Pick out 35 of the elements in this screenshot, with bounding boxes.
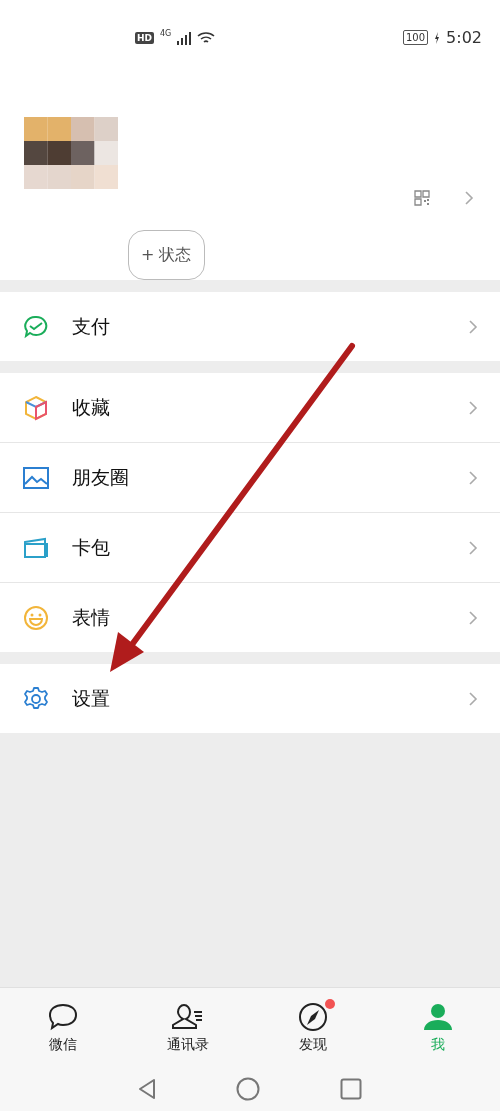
home-icon[interactable] — [236, 1076, 260, 1101]
signal-icon — [177, 30, 192, 45]
check-bubble-icon — [23, 313, 49, 340]
chevron-right-icon — [468, 399, 478, 416]
smiley-icon — [23, 604, 49, 631]
menu-item[interactable]: 收藏 — [72, 394, 446, 421]
tab[interactable]: 发现 — [250, 988, 375, 1066]
menu-item[interactable]: 朋友圈 — [72, 464, 446, 491]
charging-icon — [434, 31, 441, 44]
compass-icon — [296, 1000, 329, 1033]
chevron-right-icon — [468, 539, 478, 556]
menu-item[interactable]: 表情 — [72, 604, 446, 631]
hd-indicator: HD — [135, 31, 154, 44]
cube-icon — [23, 394, 49, 421]
battery-level: 100 — [402, 30, 429, 45]
tab[interactable]: 通讯录 — [125, 988, 250, 1066]
qr-code-icon — [414, 190, 430, 206]
chat-bubble-icon — [46, 1001, 79, 1032]
network-type: 4G — [160, 29, 172, 38]
back-icon[interactable] — [138, 1077, 156, 1100]
chevron-right-icon — [464, 190, 474, 206]
image-icon — [22, 465, 50, 490]
clock-time: 5:02 — [446, 28, 482, 47]
recents-icon[interactable] — [340, 1077, 362, 1100]
chevron-right-icon — [468, 469, 478, 486]
settings-icon — [23, 685, 49, 712]
person-icon — [421, 1001, 454, 1032]
card-icon — [22, 535, 50, 560]
chevron-right-icon — [468, 690, 478, 707]
tab[interactable]: 微信 — [0, 988, 125, 1066]
add-status-button[interactable]: + 状态 — [128, 230, 205, 280]
menu-item[interactable]: 卡包 — [72, 534, 446, 561]
chevron-right-icon — [468, 318, 478, 335]
wifi-icon — [197, 30, 216, 45]
chevron-right-icon — [468, 609, 478, 626]
